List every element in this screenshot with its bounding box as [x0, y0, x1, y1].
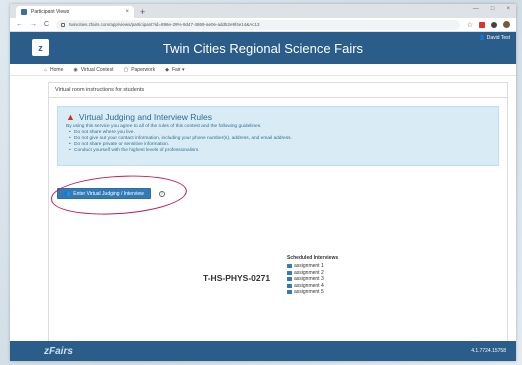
user-name: David Test [486, 35, 510, 41]
tab-close-icon[interactable]: × [125, 9, 129, 15]
nav-virtual-contest[interactable]: ◉ Virtual Contest [73, 67, 113, 73]
project-id: T-HS-PHYS-0271 [203, 273, 271, 283]
rules-list: Do not share where you live. Do not give… [66, 130, 490, 154]
version-text: 4.1.7724.15758 [471, 348, 506, 354]
rules-title: ▲ Virtual Judging and Interview Rules [66, 112, 490, 122]
url-field[interactable]: twincities.zfairs.com/app/views/particip… [56, 19, 460, 30]
new-tab-button[interactable]: + [140, 7, 145, 17]
annotation-circle [50, 172, 188, 218]
nav-label: Fair ▾ [171, 66, 185, 73]
toolbar-icons: ☆ [467, 21, 510, 29]
nav-home[interactable]: ⌂ Home [44, 67, 63, 73]
extensions-puzzle-icon[interactable] [491, 21, 497, 28]
nav-label: Paperwork [131, 66, 156, 73]
window-controls: — □ × [473, 6, 510, 12]
document-icon: ▢ [123, 66, 129, 73]
forward-button[interactable]: → [30, 21, 37, 28]
browser-tab[interactable]: Participant Views × [16, 6, 134, 18]
enter-row: 👥 Enter Virtual Judging / Interview ? [50, 172, 499, 218]
nav-label: Home [50, 66, 64, 73]
browser-window: Participant Views × + — □ × ← → C twinci… [10, 4, 516, 361]
site-footer: zFairs 4.1.7724.15758 [10, 341, 516, 361]
rules-title-text: Virtual Judging and Interview Rules [78, 112, 213, 122]
virtual-room-panel: Virtual room instructions for students ▲… [48, 82, 508, 347]
extension-icon[interactable] [479, 21, 485, 28]
calendar-icon [287, 270, 292, 275]
user-menu[interactable]: 👤 David Test [479, 35, 510, 41]
maximize-button[interactable]: □ [491, 6, 495, 12]
calendar-icon [287, 277, 292, 282]
zfairs-logo: zFairs [44, 345, 73, 357]
rule-item: Conduct yourself with the highest levels… [66, 148, 490, 154]
back-button[interactable]: ← [16, 21, 23, 28]
nav-paperwork[interactable]: ▢ Paperwork [123, 67, 155, 73]
marker-icon: ◆ [165, 66, 169, 73]
minimize-button[interactable]: — [473, 6, 479, 12]
video-icon: ◉ [73, 66, 78, 73]
nav-fair-dropdown[interactable]: ◆ Fair ▾ [165, 67, 184, 73]
site-title: Twin Cities Regional Science Fairs [162, 40, 364, 56]
tab-title: Participant Views [31, 9, 70, 15]
page: z Twin Cities Regional Science Fairs 👤 D… [10, 32, 516, 361]
close-window-button[interactable]: × [506, 6, 510, 12]
nav-label: Virtual Contest [80, 66, 114, 73]
calendar-icon [287, 290, 292, 295]
home-icon: ⌂ [44, 66, 48, 73]
favicon-icon [21, 9, 27, 15]
site-header: z Twin Cities Regional Science Fairs 👤 D… [10, 32, 516, 64]
url-text: twincities.zfairs.com/app/views/particip… [69, 22, 260, 27]
address-bar: ← → C twincities.zfairs.com/app/views/pa… [10, 18, 516, 32]
scheduled-interviews: Scheduled Interviews assignment 1 assign… [287, 255, 338, 296]
panel-body: ▲ Virtual Judging and Interview Rules By… [48, 97, 508, 347]
reload-button[interactable]: C [44, 21, 49, 28]
main-nav: ⌂ Home ◉ Virtual Contest ▢ Paperwork ◆ F… [10, 64, 516, 76]
lock-icon [61, 22, 66, 27]
rules-alert: ▲ Virtual Judging and Interview Rules By… [57, 106, 499, 166]
calendar-icon [287, 264, 292, 269]
tab-bar: Participant Views × + — □ × [10, 4, 516, 18]
rules-intro: By using this service you agree to all o… [66, 124, 262, 129]
warning-icon: ▲ [66, 112, 75, 122]
interview-label: assignment 5 [294, 289, 324, 295]
interviews-title: Scheduled Interviews [287, 255, 339, 261]
calendar-icon [287, 283, 292, 288]
panel-heading: Virtual room instructions for students [48, 82, 508, 97]
bookmark-star-icon[interactable]: ☆ [467, 21, 473, 29]
profile-avatar[interactable] [503, 21, 510, 28]
interview-item[interactable]: assignment 5 [287, 289, 338, 296]
site-logo-icon[interactable]: z [32, 39, 49, 56]
